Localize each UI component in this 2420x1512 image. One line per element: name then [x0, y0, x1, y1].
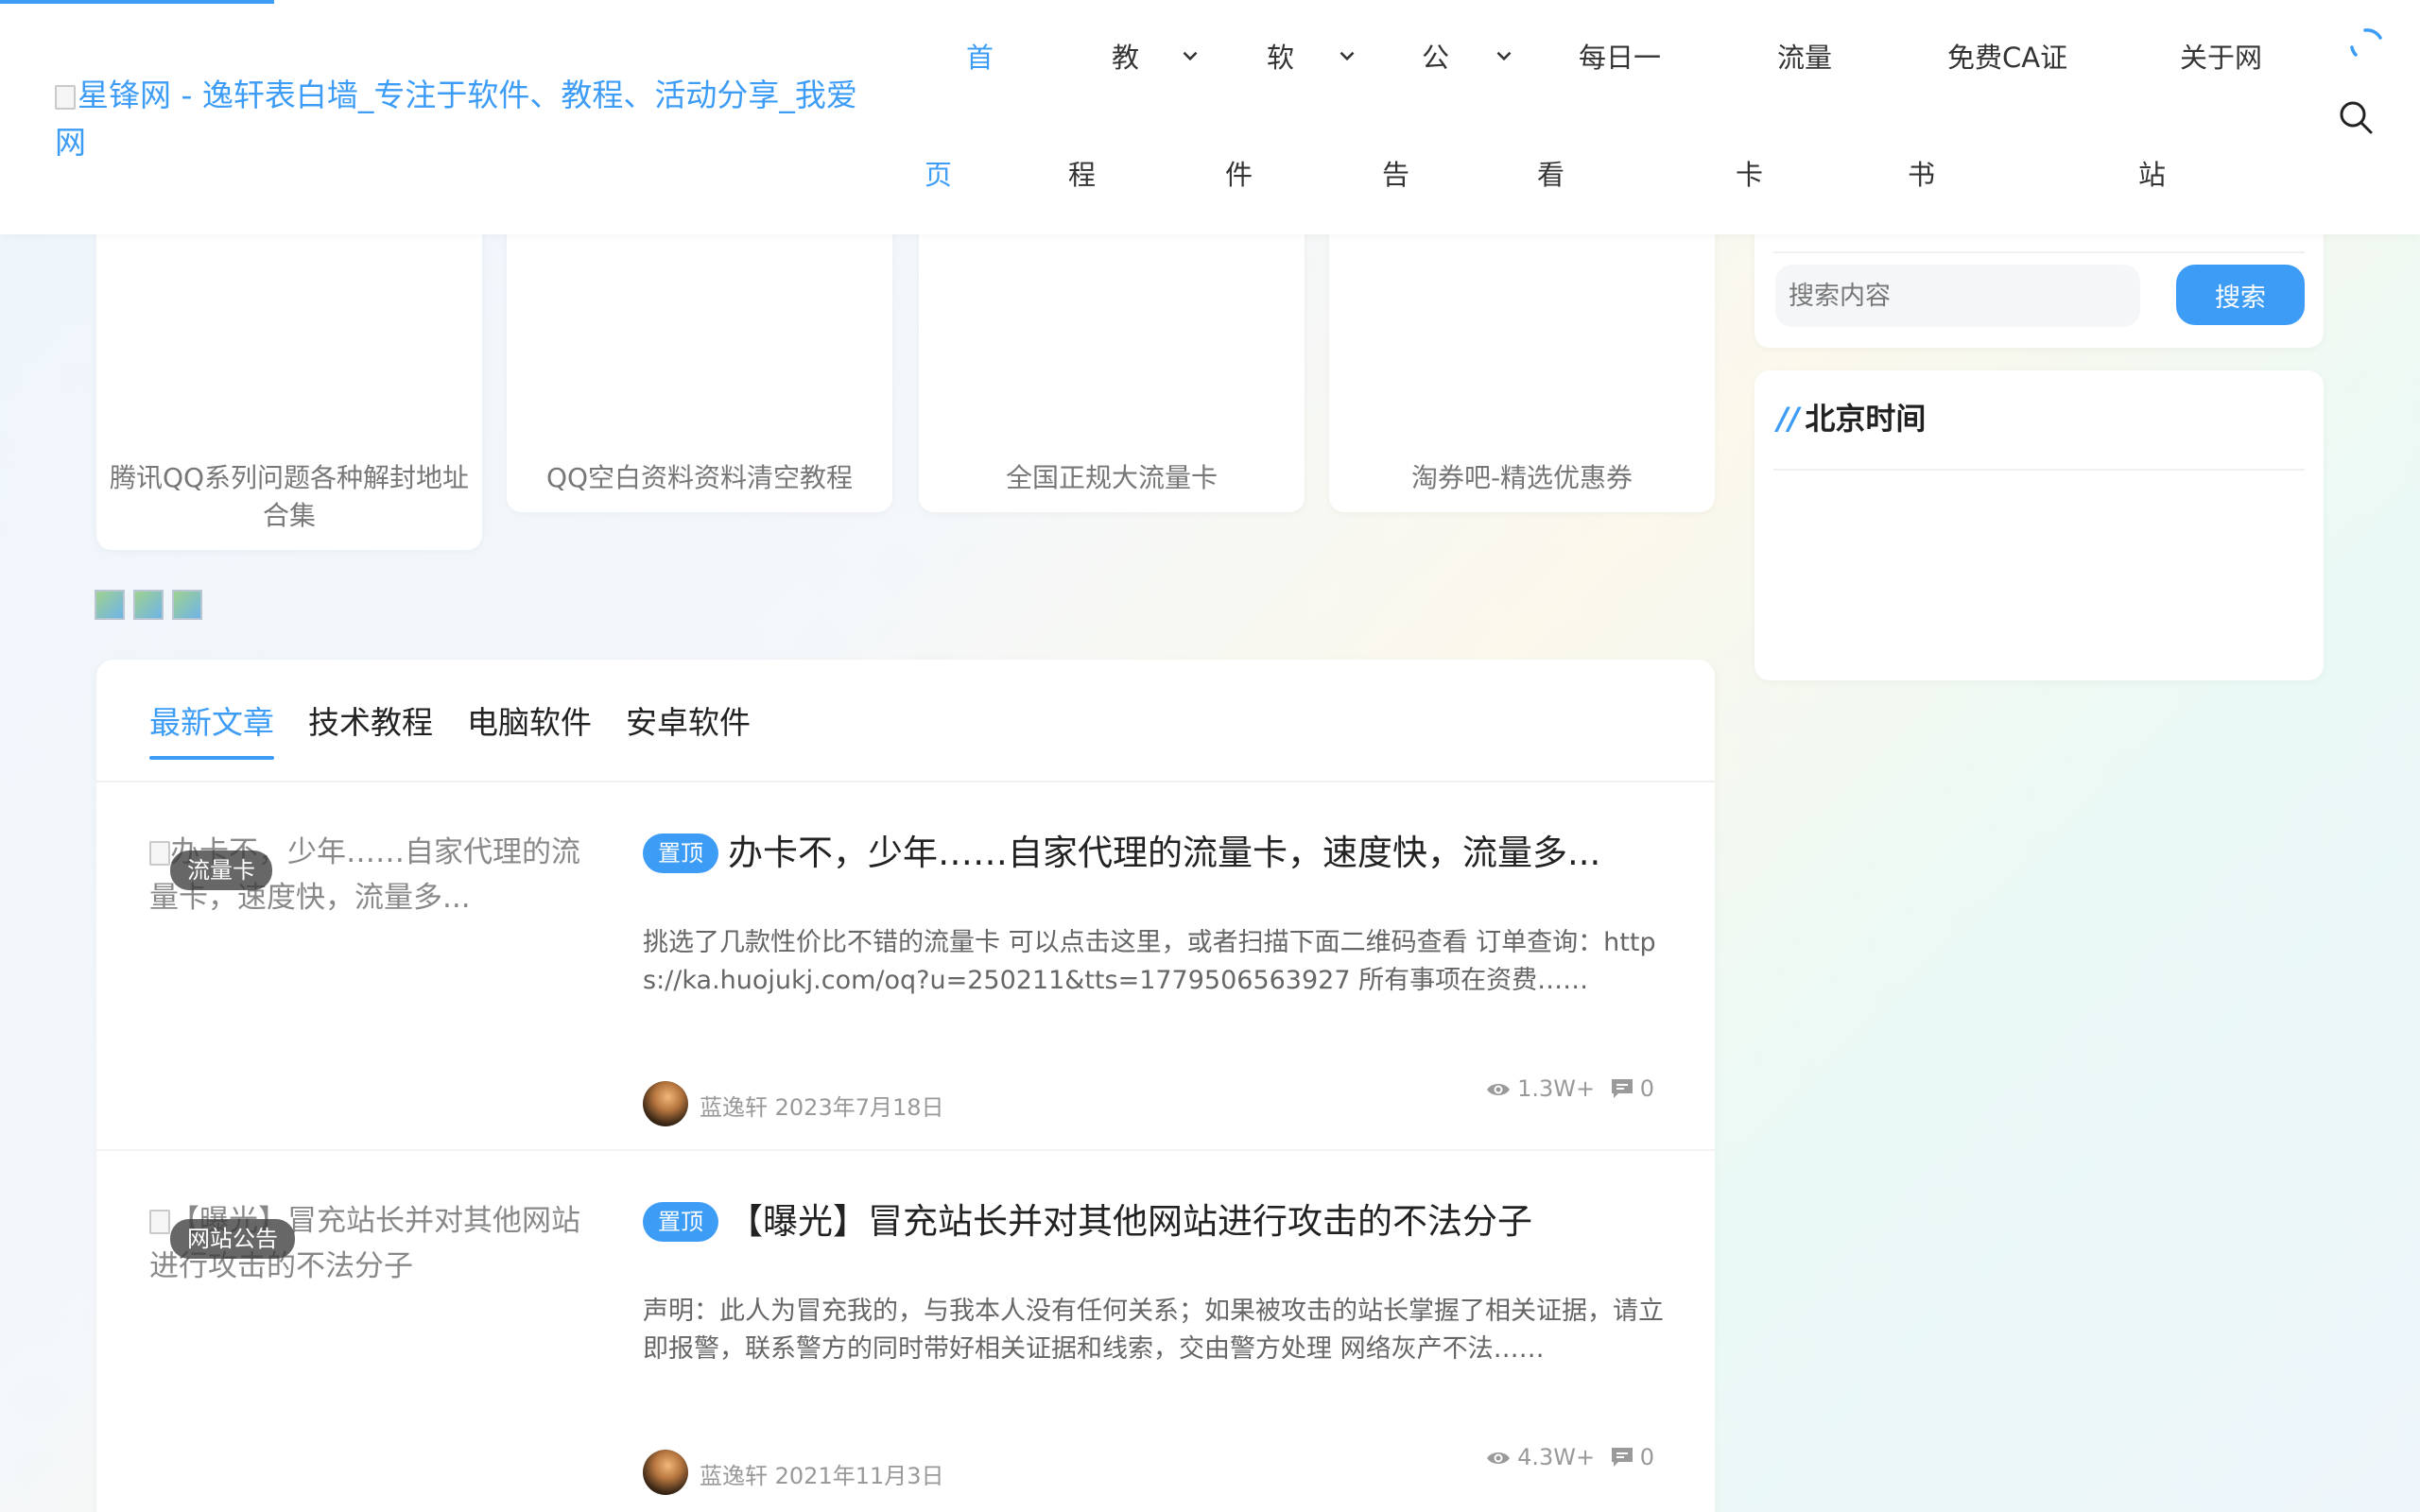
nav-data-card-label-top: 流量	[1777, 42, 1833, 74]
article-date: 2023年7月18日	[774, 1094, 944, 1121]
chevron-down-icon	[1340, 51, 1355, 61]
article-title-text: 办卡不，少年……自家代理的流量卡，速度快，流量多...	[728, 833, 1601, 873]
logo-alt-text: 星锋网 - 逸轩表白墙_专注于软件、教程、活动分享_我爱网	[55, 77, 857, 161]
nav-home-label-top: 首	[966, 42, 994, 74]
article-stats: 1.3W+ 0	[1485, 1075, 1662, 1113]
comment-icon	[1611, 1448, 1633, 1467]
nav-software-label-top: 软	[1267, 42, 1295, 74]
divider	[1773, 469, 2305, 471]
nav-about-label-bottom: 站	[2138, 159, 2167, 191]
nav-free-ca-label-top: 免费CA证	[1947, 42, 2068, 74]
divider	[1773, 251, 2305, 253]
nav-home[interactable]: 首 页	[925, 36, 1000, 197]
article-item: 办卡不，少年……自家代理的流量卡，速度快，流量多... 流量卡 置顶 办卡不，少年…	[96, 782, 1715, 1151]
page-load-progress	[0, 0, 274, 4]
hot-card-title: 全国正规大流量卡	[1005, 462, 1218, 493]
nav-tutorials[interactable]: 教 程	[1068, 36, 1210, 197]
tab-tutorials[interactable]: 技术教程	[308, 697, 433, 743]
article-author[interactable]: 蓝逸轩	[700, 1463, 768, 1489]
nav-home-label-bottom: 页	[925, 159, 953, 191]
pinned-badge: 置顶	[643, 833, 718, 873]
nav-daily-label-top: 每日一	[1579, 42, 1662, 74]
comment-count: 0	[1639, 1444, 1654, 1470]
nav-data-card-label-bottom: 卡	[1736, 159, 1764, 191]
article-list-panel: 最新文章 技术教程 电脑软件 安卓软件 办卡不，少年……自家代理的流量卡，速度快…	[96, 660, 1715, 1512]
loading-spinner-icon	[2350, 28, 2382, 57]
search-icon[interactable]	[2337, 98, 2375, 136]
nav-daily[interactable]: 每日一 看	[1537, 36, 1669, 197]
view-count: 4.3W+	[1517, 1444, 1596, 1470]
article-title-text: 【曝光】冒充站长并对其他网站进行攻击的不法分子	[728, 1201, 1532, 1242]
search-input[interactable]	[1775, 265, 2140, 327]
article-author[interactable]: 蓝逸轩	[700, 1094, 768, 1121]
tab-latest[interactable]: 最新文章	[149, 697, 274, 760]
widget-title-text: 北京时间	[1805, 401, 1927, 437]
hot-card-title: 腾讯QQ系列问题各种解封地址合集	[109, 462, 470, 531]
nav-free-ca[interactable]: 免费CA证 书	[1908, 36, 2078, 197]
hot-card[interactable]: QQ空白资料资料清空教程	[507, 189, 892, 512]
article-title[interactable]: 置顶 【曝光】冒充站长并对其他网站进行攻击的不法分子	[643, 1193, 1532, 1244]
article-item: 【曝光】冒充站长并对其他网站进行攻击的不法分子 网站公告 置顶 【曝光】冒充站长并…	[96, 1151, 1715, 1512]
broken-image-icon[interactable]	[95, 590, 125, 620]
nav-daily-label-bottom: 看	[1537, 159, 1565, 191]
article-author-date: 蓝逸轩 2023年7月18日	[700, 1089, 944, 1122]
view-count: 1.3W+	[1517, 1075, 1596, 1102]
tab-android-software[interactable]: 安卓软件	[626, 697, 751, 743]
eye-icon	[1487, 1084, 1511, 1095]
site-header: 星锋网 - 逸轩表白墙_专注于软件、教程、活动分享_我爱网 首 页 教 程 软 …	[0, 0, 2420, 234]
hot-card[interactable]: 全国正规大流量卡	[919, 189, 1305, 512]
category-badge[interactable]: 网站公告	[170, 1219, 295, 1259]
article-excerpt: 挑选了几款性价比不错的流量卡 可以点击这里，或者扫描下面二维码查看 订单查询：h…	[643, 928, 1656, 995]
broken-image-icon	[149, 841, 170, 866]
broken-image-icon	[55, 85, 76, 110]
nav-about[interactable]: 关于网 站	[2138, 36, 2271, 197]
nav-free-ca-label-bottom: 书	[1908, 159, 1936, 191]
hot-card-title: 淘券吧-精选优惠券	[1410, 462, 1634, 493]
category-badge[interactable]: 流量卡	[170, 850, 272, 890]
nav-software[interactable]: 软 件	[1225, 36, 1367, 197]
nav-tutorials-label-top: 教	[1112, 42, 1140, 74]
article-author-date: 蓝逸轩 2021年11月3日	[700, 1457, 944, 1490]
article-stats: 4.3W+ 0	[1485, 1444, 1662, 1482]
title-accent: //	[1777, 401, 1800, 437]
small-image-row	[95, 590, 211, 624]
article-title[interactable]: 置顶 办卡不，少年……自家代理的流量卡，速度快，流量多...	[643, 824, 1600, 875]
nav-announcements-label-bottom: 告	[1382, 159, 1410, 191]
hot-card[interactable]: 淘券吧-精选优惠券	[1329, 189, 1715, 512]
widget-title: //北京时间	[1777, 395, 1926, 438]
broken-image-icon[interactable]	[172, 590, 202, 620]
avatar[interactable]	[643, 1450, 688, 1495]
avatar[interactable]	[643, 1081, 688, 1126]
nav-about-label-top: 关于网	[2180, 42, 2263, 74]
nav-announcements[interactable]: 公 告	[1382, 36, 1524, 197]
tab-pc-software[interactable]: 电脑软件	[467, 697, 592, 743]
broken-image-icon[interactable]	[133, 590, 164, 620]
site-logo[interactable]: 星锋网 - 逸轩表白墙_专注于软件、教程、活动分享_我爱网	[55, 72, 868, 166]
search-button[interactable]: 搜索	[2176, 265, 2305, 325]
chevron-down-icon	[1496, 51, 1512, 61]
article-date: 2021年11月3日	[774, 1463, 944, 1489]
comment-icon	[1611, 1079, 1633, 1098]
hot-card[interactable]: 腾讯QQ系列问题各种解封地址合集	[96, 189, 482, 550]
sidebar-time-widget: //北京时间	[1754, 370, 2324, 680]
nav-announcements-label-top: 公	[1422, 42, 1450, 74]
hot-card-title: QQ空白资料资料清空教程	[545, 462, 854, 493]
eye-icon	[1487, 1452, 1511, 1464]
nav-software-label-bottom: 件	[1225, 159, 1253, 191]
comment-count: 0	[1639, 1075, 1654, 1102]
nav-data-card[interactable]: 流量 卡	[1736, 36, 1868, 197]
broken-image-icon	[149, 1210, 170, 1234]
chevron-down-icon	[1183, 51, 1198, 61]
nav-tutorials-label-bottom: 程	[1068, 159, 1097, 191]
pinned-badge: 置顶	[643, 1202, 718, 1242]
article-excerpt: 声明：此人为冒充我的，与我本人没有任何关系；如果被攻击的站长掌握了相关证据，请立…	[643, 1297, 1664, 1364]
